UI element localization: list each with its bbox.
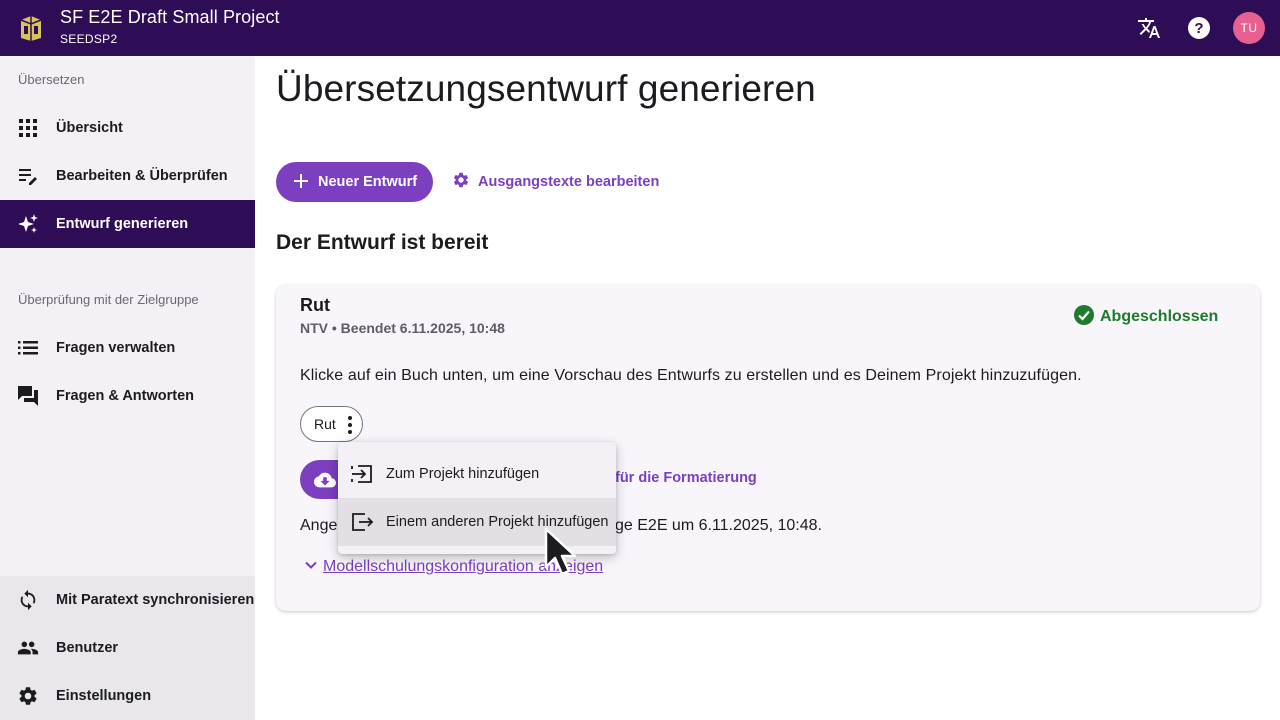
sidebar-item-label: Bearbeiten & Überprüfen	[56, 168, 228, 184]
sidebar-heading-translate: Übersetzen	[18, 72, 85, 87]
mouse-pointer-icon	[543, 527, 581, 582]
project-code: SEEDSP2	[60, 32, 118, 46]
page-title: Übersetzungsentwurf generieren	[276, 68, 816, 109]
new-draft-button[interactable]: Neuer Entwurf	[276, 162, 433, 202]
sidebar-item-questions-answers[interactable]: Fragen & Antworten	[0, 372, 255, 420]
people-icon	[17, 637, 39, 659]
sidebar-bottom-section: Mit Paratext synchronisieren Benutzer Ei…	[0, 576, 255, 720]
draft-meta: NTV • Beendet 6.11.2025, 10:48	[300, 320, 505, 336]
draft-book-title: Rut	[300, 295, 330, 315]
grid-icon	[17, 117, 39, 139]
top-app-bar: SF E2E Draft Small Project SEEDSP2 ? TU	[0, 0, 1280, 56]
sidebar-item-label: Mit Paratext synchronisieren	[56, 592, 255, 608]
sidebar-item-manage-questions[interactable]: Fragen verwalten	[0, 324, 255, 372]
forum-icon	[17, 385, 39, 407]
menu-item-add-to-project[interactable]: Zum Projekt hinzufügen	[338, 450, 616, 498]
user-avatar[interactable]: TU	[1233, 12, 1265, 44]
applied-text-start: Ange	[300, 517, 338, 534]
sidebar-item-label: Übersicht	[56, 120, 123, 136]
project-title: SF E2E Draft Small Project	[60, 7, 280, 27]
sidebar-item-label: Fragen & Antworten	[56, 388, 195, 404]
svg-text:?: ?	[1194, 20, 1203, 37]
sidebar-item-generate-draft[interactable]: Entwurf generieren	[0, 200, 255, 248]
edit-sources-label: Ausgangstexte bearbeiten	[478, 174, 660, 190]
plus-icon	[292, 172, 310, 194]
section-title: Der Entwurf ist bereit	[276, 231, 489, 254]
sidebar-heading-community: Überprüfung mit der Zielgruppe	[18, 292, 199, 307]
format-link[interactable]: für die Formatierung	[615, 470, 757, 486]
gear-icon	[17, 685, 39, 707]
sidebar-item-label: Benutzer	[56, 640, 119, 656]
sidebar-item-users[interactable]: Benutzer	[0, 624, 255, 672]
help-icon[interactable]: ?	[1185, 14, 1213, 42]
check-circle-icon	[1074, 304, 1094, 330]
edit-notes-icon	[17, 165, 39, 187]
sidebar-item-edit-review[interactable]: Bearbeiten & Überprüfen	[0, 152, 255, 200]
output-icon	[350, 511, 374, 537]
translate-icon[interactable]	[1135, 14, 1163, 42]
app-logo-icon	[18, 14, 44, 42]
cloud-download-icon	[314, 469, 336, 496]
chevron-down-icon	[303, 557, 319, 578]
applied-text-end: ge E2E um 6.11.2025, 10:48.	[615, 517, 822, 534]
sync-icon	[17, 589, 39, 611]
sidebar: Übersetzen Übersicht Bearbeiten & Überpr…	[0, 56, 255, 720]
gear-icon	[452, 171, 470, 193]
new-draft-label: Neuer Entwurf	[318, 174, 418, 190]
input-icon	[350, 463, 374, 489]
book-chip-rut[interactable]: Rut	[300, 406, 363, 442]
sidebar-item-overview[interactable]: Übersicht	[0, 104, 255, 152]
menu-item-label: Zum Projekt hinzufügen	[386, 466, 540, 482]
sidebar-item-sync[interactable]: Mit Paratext synchronisieren	[0, 576, 255, 624]
edit-sources-button[interactable]: Ausgangstexte bearbeiten	[452, 170, 659, 194]
status-badge: Abgeschlossen	[1074, 304, 1219, 330]
more-vert-icon[interactable]	[345, 415, 355, 440]
draft-description: Klicke auf ein Buch unten, um eine Vorsc…	[300, 367, 1082, 384]
book-chip-label: Rut	[314, 416, 336, 432]
sparkle-icon	[17, 213, 39, 235]
status-label: Abgeschlossen	[1100, 308, 1219, 325]
sidebar-item-label: Entwurf generieren	[56, 216, 189, 232]
sidebar-item-label: Fragen verwalten	[56, 340, 176, 356]
list-icon	[17, 337, 39, 359]
sidebar-item-label: Einstellungen	[56, 688, 152, 704]
sidebar-item-settings[interactable]: Einstellungen	[0, 672, 255, 720]
